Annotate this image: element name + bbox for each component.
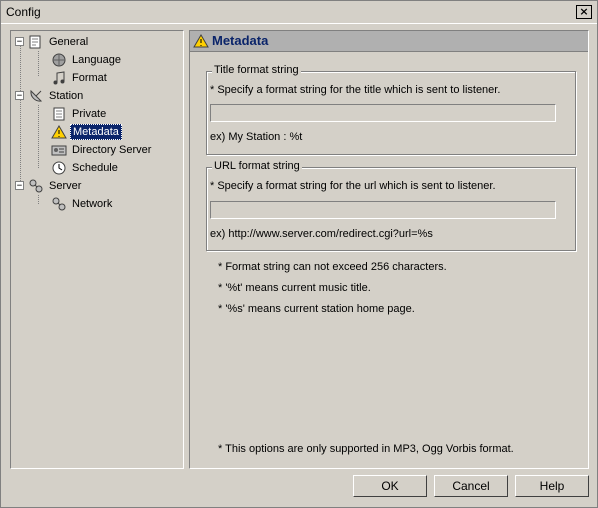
note-text: * Format string can not exceed 256 chara… [218,261,447,273]
tree-connector [38,105,39,168]
tree-node-format[interactable]: Format [51,69,109,86]
tree-label: Station [49,89,84,102]
url-format-input[interactable] [210,201,556,219]
tree-connector [38,51,39,76]
config-window: Config × − General Language Format − Sta… [0,0,598,508]
tree-connector [38,195,39,204]
example-text: ex) http://www.server.com/redirect.cgi?u… [210,228,433,240]
example-text: ex) My Station : %t [210,131,303,143]
help-button[interactable]: Help [515,475,589,497]
ok-button[interactable]: OK [353,475,427,497]
tree-node-schedule[interactable]: Schedule [51,159,120,176]
tree-label: Private [72,107,107,120]
page-icon [51,106,67,122]
panel-title: Metadata [212,33,269,48]
tree-label: Directory Server [72,143,152,156]
tree-node-general[interactable]: − General [15,33,90,50]
group-legend: URL format string [212,160,302,172]
window-title: Config [6,5,41,19]
tree-label: Language [72,53,121,66]
footer-note: * This options are only supported in MP3… [218,443,514,455]
url-format-group: URL format string * Specify a format str… [206,160,576,251]
tree-node-network[interactable]: Network [51,195,114,212]
tree-node-language[interactable]: Language [51,51,123,68]
title-bar: Config × [1,1,597,24]
tree-node-directory-server[interactable]: Directory Server [51,141,153,158]
tree-label: Server [49,179,82,192]
group-description: * Specify a format string for the title … [210,84,501,96]
title-format-group: Title format string * Specify a format s… [206,64,576,155]
network-icon [28,178,44,194]
tree-node-server[interactable]: − Server [15,177,83,194]
satellite-dish-icon [28,88,44,104]
warning-icon [193,33,209,52]
metadata-panel: Metadata Title format string * Specify a… [189,30,589,469]
expander-icon[interactable]: − [15,37,24,47]
group-legend: Title format string [212,64,301,76]
tree-node-metadata[interactable]: Metadata [51,123,122,140]
expander-icon[interactable]: − [15,181,24,191]
tree-connector [20,45,21,185]
tree-label: Format [72,71,107,84]
group-description: * Specify a format string for the url wh… [210,180,496,192]
tree-label: Metadata [70,123,122,140]
tree-label: General [49,35,89,48]
globe-icon [51,52,67,68]
panel-header: Metadata [190,31,588,52]
tree-label: Schedule [72,161,118,174]
clock-icon [51,160,67,176]
settings-tree: − General Language Format − Station Priv… [10,30,184,469]
folder-icon [28,34,44,50]
title-format-input[interactable] [210,104,556,122]
warning-icon [51,124,67,140]
note-text: * '%t' means current music title. [218,282,371,294]
directory-icon [51,142,67,158]
tree-node-station[interactable]: − Station [15,87,85,104]
cancel-button[interactable]: Cancel [434,475,508,497]
tree-label: Network [72,197,113,210]
note-text: * '%s' means current station home page. [218,303,415,315]
close-button[interactable]: × [576,5,592,19]
expander-icon[interactable]: − [15,91,24,101]
tree-node-private[interactable]: Private [51,105,108,122]
network-icon [51,196,67,212]
music-note-icon [51,70,67,86]
